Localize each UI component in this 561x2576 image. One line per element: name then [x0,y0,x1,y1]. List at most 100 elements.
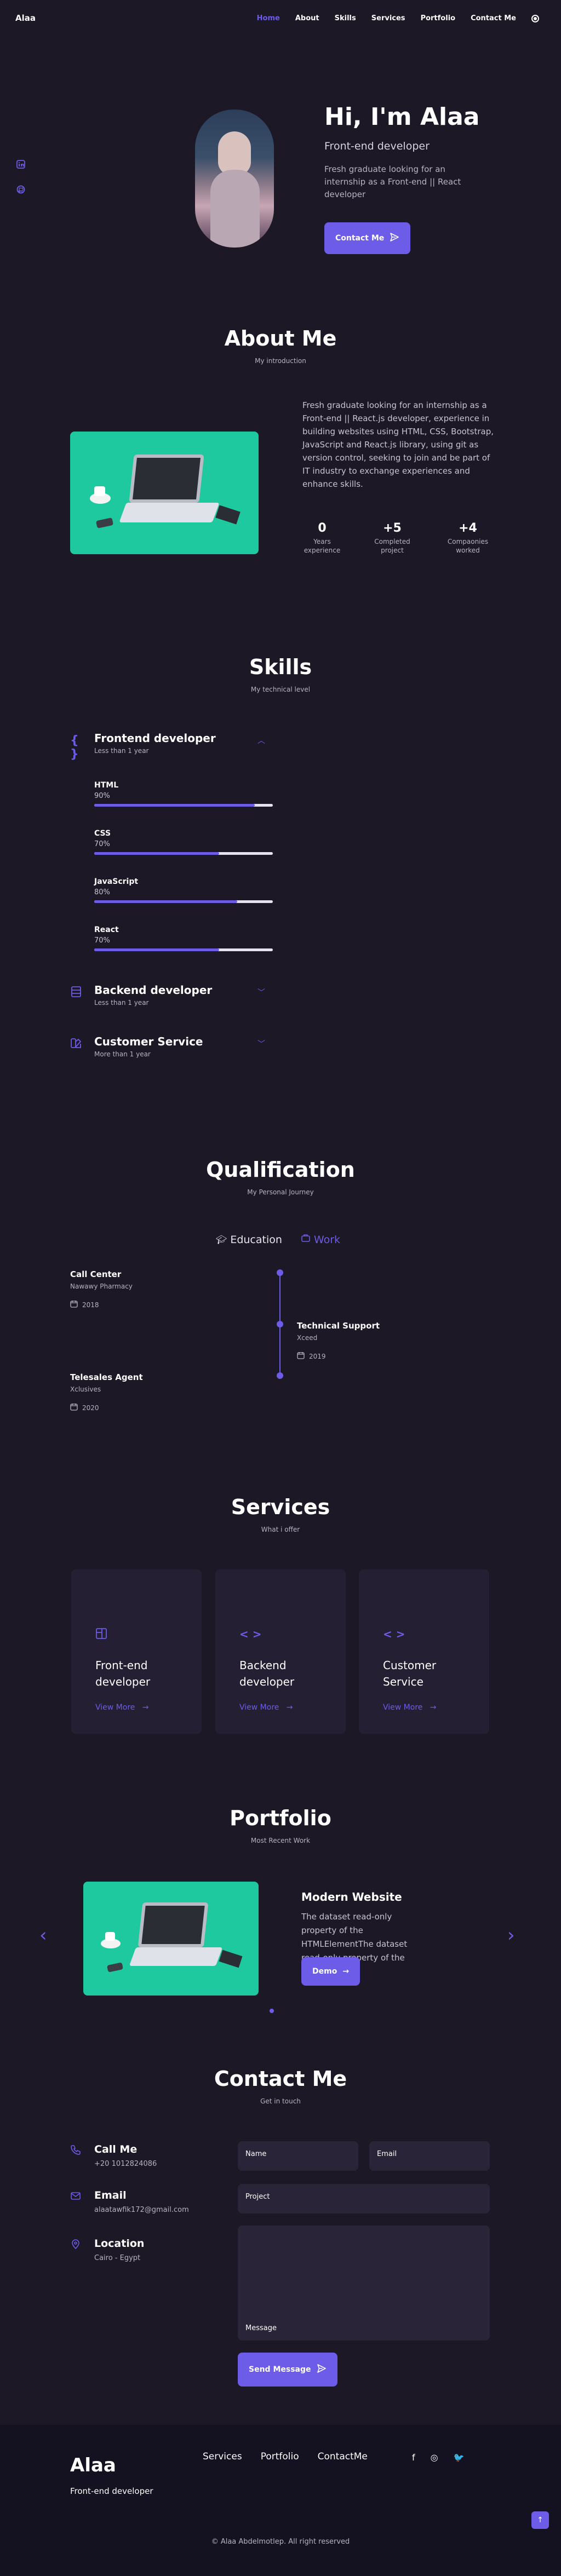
skill-fill [94,948,220,951]
skill-name: React [94,925,119,934]
skill-javascript: JavaScript 80% [94,877,273,905]
header: Alaa Home About Skills Services Portfoli… [0,0,561,39]
skill-group-frontend[interactable]: { } Frontend developer Less than 1 year … [70,732,265,761]
nav-skills[interactable]: Skills [335,14,356,22]
logo[interactable]: Alaa [15,13,36,23]
send-message-button[interactable]: Send Message [238,2353,337,2387]
skill-percent: 70% [94,840,110,848]
skill-track [94,948,273,951]
qual-title: Technical Support [297,1321,380,1331]
nav-contact[interactable]: Contact Me [471,14,516,22]
contact-me-label: Contact Me [335,234,385,243]
view-more-link[interactable]: View More → [239,1703,293,1712]
code-icon: < > [239,1628,262,1641]
email-input[interactable]: Email [369,2141,490,2171]
skill-group-sub: Less than 1 year [94,999,149,1007]
skill-group-customer-service[interactable]: Customer Service More than 1 year ﹀ [70,1035,265,1062]
chevron-up-icon[interactable]: ︿ [257,735,265,746]
timeline-dot [277,1372,283,1379]
stat-years-value: 0 [318,521,327,535]
contact-value: Cairo - Egypt [94,2254,141,2262]
qual-date: 2020 [70,1403,213,1412]
hero-description: Fresh graduate looking for an internship… [324,164,461,199]
qual-date-value: 2019 [309,1352,326,1360]
theme-toggle-icon[interactable] [531,14,539,22]
copyright: © Alaa Abdelmotlep. All right reserved [211,2538,350,2546]
github-icon[interactable] [16,185,25,194]
arrow-right-icon: → [137,1703,149,1712]
chevron-down-icon[interactable]: ﹀ [257,1038,265,1049]
qual-org: Nawawy Pharmacy [70,1283,133,1290]
send-icon [317,2364,327,2376]
skill-group-title: Customer Service [94,1035,203,1048]
qualification-title: Qualification [206,1158,355,1182]
qualification-subtitle: My Personal Journey [247,1188,314,1196]
skill-percent: 90% [94,792,110,800]
layout-icon [95,1628,107,1642]
footer-social: f ◎ 🐦 [412,2452,465,2463]
carousel-indicator[interactable] [270,2009,274,2013]
calendar-icon [70,1300,78,1309]
tab-education-label: Education [230,1233,282,1246]
carousel-prev-icon[interactable]: ‹ [39,1924,47,1946]
swatchbook-icon [70,1037,84,1051]
nav-services[interactable]: Services [371,14,405,22]
about-description: Fresh graduate looking for an internship… [302,400,494,489]
arrow-right-icon: → [425,1703,437,1712]
email-input-label: Email [377,2150,397,2158]
skills-title: Skills [249,655,312,679]
skill-html: HTML 90% [94,781,273,808]
instagram-icon[interactable]: ◎ [431,2452,438,2463]
message-input-label: Message [245,2324,277,2332]
stat-companies: +4 Compaonies worked [443,521,493,555]
code-icon: < > [383,1628,405,1641]
footer-logo: Alaa [70,2454,116,2476]
service-card-backend: < > Backend developer View More → [215,1569,346,1734]
portfolio-subtitle: Most Recent Work [250,1837,311,1844]
contact-label: Call Me [94,2143,138,2155]
tab-work[interactable]: Work [301,1233,340,1246]
chevron-down-icon[interactable]: ﹀ [257,987,265,998]
footer-subtitle: Front-end developer [70,2486,153,2496]
nav-home[interactable]: Home [257,14,280,22]
qual-date-value: 2020 [82,1404,99,1412]
profile-photo [195,110,274,248]
skill-group-title: Backend developer [94,984,213,997]
send-message-label: Send Message [249,2365,311,2374]
view-more-link[interactable]: View More → [95,1703,148,1712]
about-laptop-image [70,432,259,554]
skill-percent: 70% [94,936,110,945]
footer-link-portfolio[interactable]: Portfolio [261,2451,299,2462]
stat-projects: +5 Completed project [368,521,417,555]
nav: Home About Skills Services Portfolio Con… [257,14,539,22]
calendar-icon [297,1352,305,1361]
footer: Alaa Front-end developer Services Portfo… [0,2425,561,2576]
qual-date: 2019 [297,1352,439,1361]
skill-group-backend[interactable]: Backend developer Less than 1 year ﹀ [70,984,265,1011]
message-textarea[interactable]: Message [238,2226,490,2341]
carousel-next-icon[interactable]: › [507,1924,515,1946]
nav-portfolio[interactable]: Portfolio [421,14,456,22]
scroll-up-icon[interactable]: ↑ [531,2511,549,2529]
nav-about[interactable]: About [295,14,319,22]
service-title: Customer Service [383,1659,437,1688]
contact-me-button[interactable]: Contact Me [324,222,411,254]
demo-button[interactable]: Demo → [301,1957,360,1986]
qualification-tabs: 🎓︎ Education Work [216,1233,340,1246]
footer-link-contact[interactable]: ContactMe [318,2451,368,2462]
linkedin-icon[interactable] [16,160,25,169]
facebook-icon[interactable]: f [412,2452,415,2463]
skill-track [94,804,273,807]
twitter-icon[interactable]: 🐦 [454,2452,465,2463]
tab-education[interactable]: 🎓︎ Education [216,1233,282,1246]
name-input[interactable]: Name [238,2141,358,2171]
view-more-link[interactable]: View More → [383,1703,436,1712]
footer-link-services[interactable]: Services [203,2451,242,2462]
project-input[interactable]: Project [238,2184,490,2213]
stat-companies-label: Compaonies worked [447,538,489,554]
contact-title: Contact Me [214,2067,347,2091]
about-title: About Me [224,326,337,350]
contact-label: Location [94,2238,145,2250]
name-input-label: Name [245,2150,267,2158]
project-input-label: Project [245,2193,270,2201]
